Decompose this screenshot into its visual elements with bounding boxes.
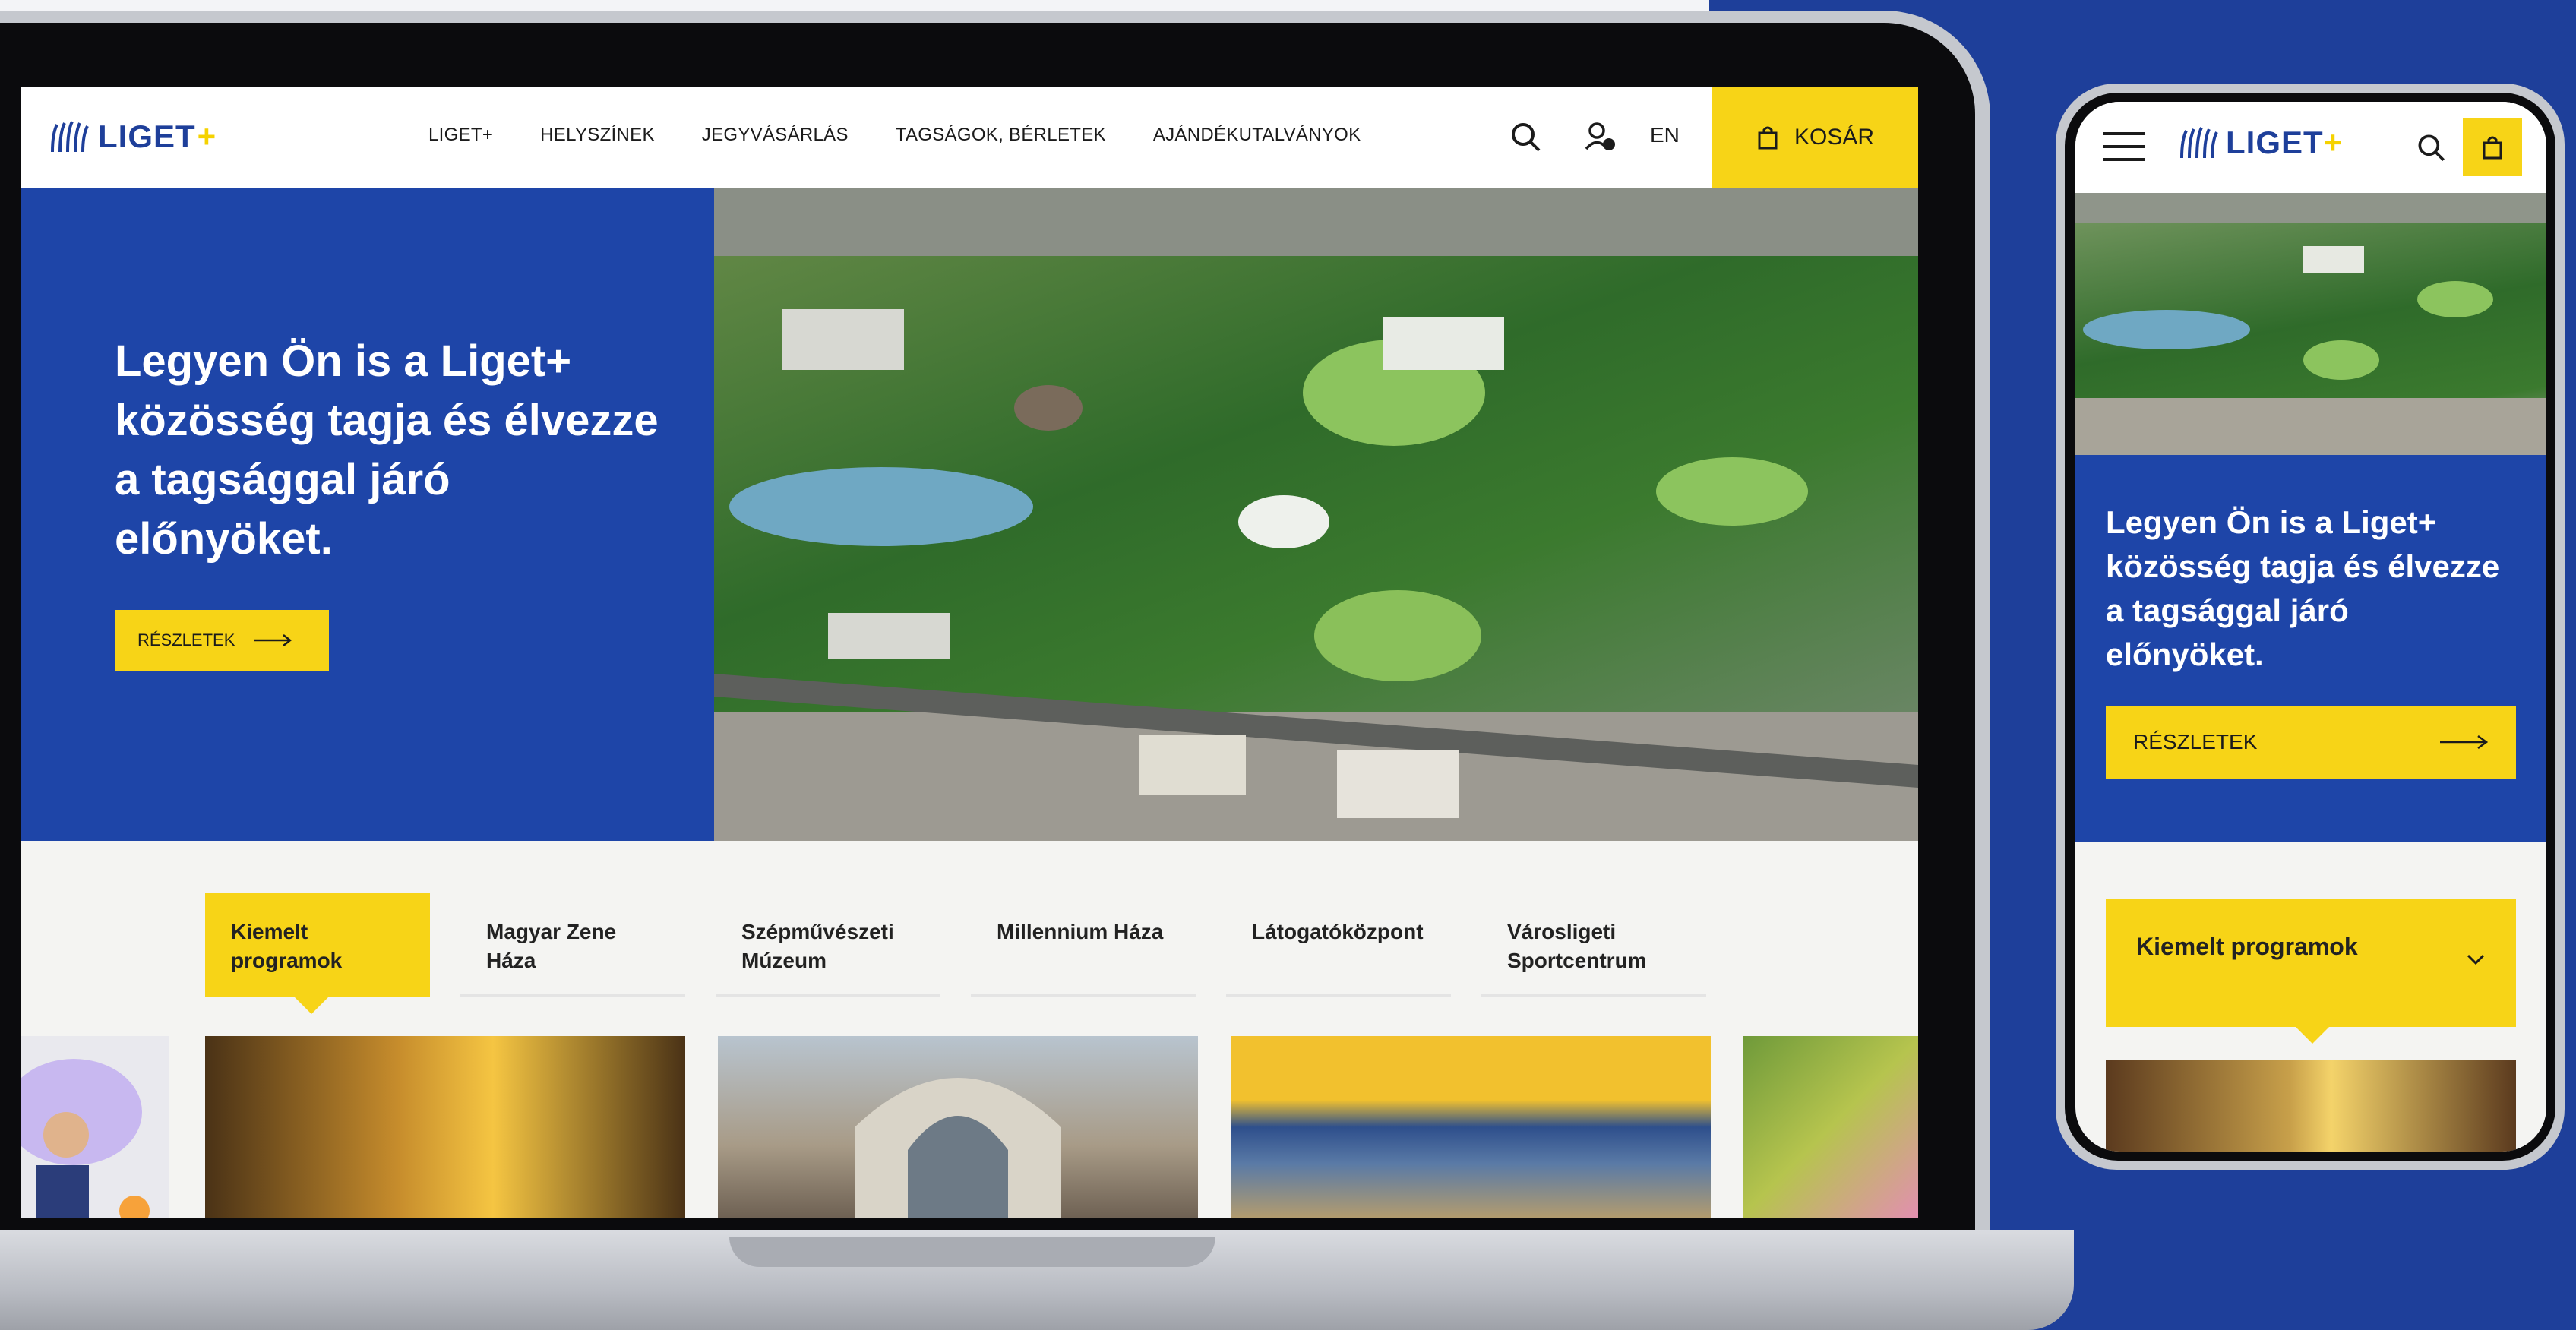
site-header: LIGET + LIGET+ HELYSZÍNEK JEGYVÁSÁRLÁS T… [21, 87, 1918, 188]
nav-item-helyszinek[interactable]: HELYSZÍNEK [540, 125, 655, 146]
hamburger-menu-icon[interactable] [2101, 128, 2147, 166]
main-nav: LIGET+ HELYSZÍNEK JEGYVÁSÁRLÁS TAGSÁGOK,… [428, 125, 1361, 146]
kid-illustration [21, 1059, 150, 1218]
building-facade-illustration [855, 1078, 1061, 1218]
tab-varosligeti-sportcentrum[interactable]: Városligeti Sportcentrum [1481, 893, 1706, 997]
park-aerial-illustration [714, 188, 1918, 841]
tab-millennium-haza[interactable]: Millennium Háza [971, 893, 1196, 997]
venue-tabs: Kiemelt programok Magyar Zene Háza Szépm… [205, 893, 1706, 1014]
mobile-hero-details-button[interactable]: RÉSZLETEK [2106, 706, 2516, 779]
nav-item-ajandekutalvanyok[interactable]: AJÁNDÉKUTALVÁNYOK [1153, 125, 1361, 146]
hero-aerial-image [714, 188, 1918, 841]
tab-kiemelt-programok[interactable]: Kiemelt programok [205, 893, 430, 1014]
nav-item-jegyvasarlas[interactable]: JEGYVÁSÁRLÁS [702, 125, 849, 146]
mobile-hero-image [2075, 193, 2546, 455]
program-card-1[interactable] [205, 1036, 685, 1218]
phone-screen: LIGET + Legyen Ön is a Liget+ közösség t… [2075, 102, 2546, 1152]
bag-icon [1758, 126, 1778, 149]
mobile-tab-label: Kiemelt programok [2136, 933, 2358, 960]
chevron-down-icon [2467, 954, 2485, 965]
logo-plus: + [197, 118, 217, 154]
mobile-hero-details-label: RÉSZLETEK [2133, 730, 2258, 753]
hero-panel: Legyen Ön is a Liget+ közösség tagja és … [21, 188, 714, 841]
mobile-header: LIGET + [2075, 102, 2546, 193]
logo-text: LIGET [98, 118, 196, 154]
cart-label: KOSÁR [1794, 124, 1875, 150]
mobile-hero-panel: Legyen Ön is a Liget+ közösség tagja és … [2075, 455, 2546, 842]
logo-waves-icon [51, 121, 89, 153]
mobile-logo[interactable]: LIGET + [2179, 125, 2342, 161]
tab-latogatokozpont[interactable]: Látogatóközpont [1226, 893, 1451, 997]
program-card-2[interactable] [718, 1036, 1198, 1218]
search-icon[interactable] [2414, 131, 2449, 166]
hero-title: Legyen Ön is a Liget+ közösség tagja és … [115, 336, 659, 564]
site-logo[interactable]: LIGET + [49, 114, 216, 160]
account-icon[interactable] [1582, 118, 1620, 156]
logo-waves-icon [2180, 127, 2218, 159]
program-card-partial[interactable] [21, 1036, 169, 1218]
hero-details-label: RÉSZLETEK [137, 630, 235, 649]
bag-icon [2483, 136, 2502, 160]
program-card-3[interactable] [1231, 1036, 1711, 1218]
hero-details-button[interactable]: RÉSZLETEK [115, 610, 329, 671]
nav-item-tagsagok[interactable]: TAGSÁGOK, BÉRLETEK [896, 125, 1106, 146]
nav-item-liget[interactable]: LIGET+ [428, 125, 493, 146]
park-aerial-illustration [2075, 193, 2546, 455]
tab-magyar-zene-haza[interactable]: Magyar Zene Háza [460, 893, 685, 997]
mobile-hero-title: Legyen Ön is a Liget+ közösség tagja és … [2106, 504, 2500, 672]
mobile-tab-select[interactable]: Kiemelt programok [2106, 899, 2516, 1044]
tab-szepmuveszeti-muzeum[interactable]: Szépművészeti Múzeum [716, 893, 940, 997]
arrow-right-icon [2440, 735, 2489, 750]
program-card-4[interactable] [1743, 1036, 1918, 1218]
language-switch[interactable]: EN [1650, 123, 1680, 147]
laptop-notch [729, 1237, 1215, 1267]
search-icon[interactable] [1507, 118, 1545, 156]
mobile-cart-button[interactable] [2463, 118, 2522, 176]
cart-button[interactable]: KOSÁR [1712, 87, 1918, 188]
arrow-right-icon [254, 634, 292, 646]
program-cards [21, 1036, 1918, 1218]
mobile-logo-text: LIGET [2226, 125, 2324, 160]
laptop-screen: LIGET + LIGET+ HELYSZÍNEK JEGYVÁSÁRLÁS T… [21, 87, 1918, 1218]
mobile-logo-plus: + [2323, 125, 2343, 160]
mobile-program-card[interactable] [2106, 1060, 2516, 1152]
